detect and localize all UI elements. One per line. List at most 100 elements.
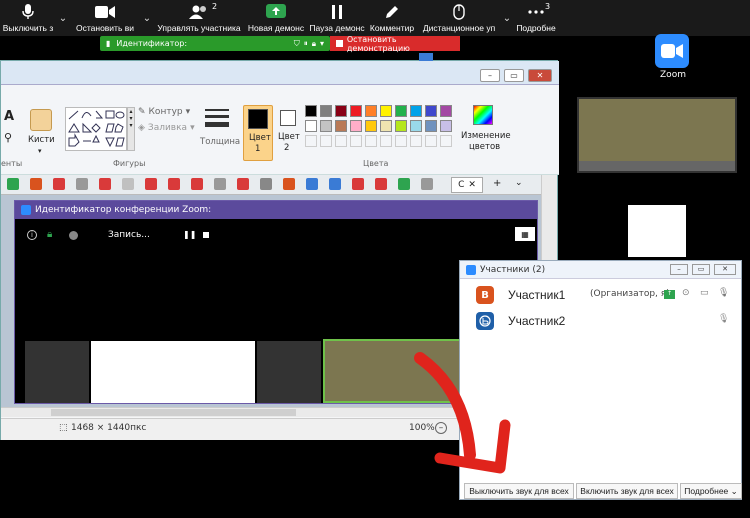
active-tab[interactable]: C ✕ <box>451 177 483 193</box>
unmute-all-button[interactable]: Включить звук для всех <box>576 483 678 499</box>
color-swatch[interactable] <box>410 105 422 117</box>
color-swatch[interactable] <box>365 120 377 132</box>
tab-close-icon[interactable]: ✕ <box>468 180 476 190</box>
color-swatch[interactable] <box>365 105 377 117</box>
shapes-scroll[interactable]: ▴ ▾ ▾ <box>127 107 135 151</box>
shapes-gallery[interactable] <box>65 107 127 151</box>
edit-colors-button[interactable]: Изменение цветов <box>461 105 511 161</box>
mute-options-caret[interactable]: ⌄ <box>56 0 70 36</box>
color-swatch[interactable] <box>350 105 362 117</box>
tab-favicon[interactable] <box>352 178 364 190</box>
tab-list-icon[interactable]: ⌄ <box>515 178 523 188</box>
video-thumbnail-tile[interactable] <box>577 97 737 173</box>
mute-button[interactable]: Выключить з <box>0 0 56 36</box>
annotate-button[interactable]: Комментир <box>366 0 418 36</box>
remote-control-caret[interactable]: ⌄ <box>500 0 514 36</box>
empty-color-swatch[interactable] <box>410 135 422 147</box>
color-swatch[interactable] <box>425 105 437 117</box>
empty-color-swatch[interactable] <box>425 135 437 147</box>
new-share-button[interactable]: Новая демонс <box>244 0 308 36</box>
brushes-button[interactable]: Кисти ▾ <box>26 107 58 157</box>
color-swatch[interactable] <box>395 105 407 117</box>
color-swatch[interactable] <box>305 105 317 117</box>
empty-color-swatch[interactable] <box>320 135 332 147</box>
tab-favicon[interactable] <box>30 178 42 190</box>
color1-button[interactable]: Цвет 1 <box>243 105 273 161</box>
tab-favicon[interactable] <box>306 178 318 190</box>
empty-color-swatch[interactable] <box>335 135 347 147</box>
color-swatch[interactable] <box>335 105 347 117</box>
tab-favicon[interactable] <box>191 178 203 190</box>
maximize-button[interactable]: ▭ <box>692 264 710 275</box>
color-swatch[interactable] <box>440 105 452 117</box>
stop-video-button[interactable]: Остановить ви <box>70 0 140 36</box>
manage-participants-button[interactable]: 2 Управлять участника <box>154 0 244 36</box>
empty-color-swatch[interactable] <box>395 135 407 147</box>
color2-button[interactable]: Цвет 2 <box>277 105 301 161</box>
empty-color-swatch[interactable] <box>380 135 392 147</box>
stop-share-button[interactable]: Остановить демонстрацию <box>330 35 460 53</box>
pause-share-button[interactable]: Пауза демонс <box>308 0 366 36</box>
microphone-icon[interactable]: 🎙︎ <box>718 314 729 324</box>
color-swatch[interactable] <box>440 120 452 132</box>
scroll-thumb[interactable] <box>51 409 296 416</box>
tab-favicon[interactable] <box>168 178 180 190</box>
color-swatch[interactable] <box>320 105 332 117</box>
empty-color-swatch[interactable] <box>350 135 362 147</box>
maximize-button[interactable]: ▭ <box>504 69 524 82</box>
tab-favicon[interactable] <box>7 178 19 190</box>
signal-icon: ▮ <box>106 39 111 48</box>
color-swatch[interactable] <box>395 120 407 132</box>
tab-favicon[interactable] <box>398 178 410 190</box>
empty-color-swatch[interactable] <box>305 135 317 147</box>
view-button[interactable]: ▦ <box>515 227 535 241</box>
participant-row[interactable]: В Участник1 (Организатор, я) ↑ ⊙ ▭ 🎙︎ <box>460 283 741 307</box>
thickness-button[interactable]: Толщина <box>197 105 240 157</box>
tab-favicon[interactable] <box>237 178 249 190</box>
color-swatch[interactable] <box>335 120 347 132</box>
zoom-desktop-icon[interactable] <box>655 34 689 68</box>
tab-favicon[interactable] <box>99 178 111 190</box>
camera-icon[interactable]: ▭ <box>700 288 709 298</box>
empty-color-swatch[interactable] <box>365 135 377 147</box>
color-swatch[interactable] <box>410 120 422 132</box>
stop-recording-button[interactable] <box>203 232 209 238</box>
close-button[interactable]: ✕ <box>528 69 552 82</box>
text-tool-icon[interactable]: A <box>4 109 14 124</box>
color-swatch[interactable] <box>350 120 362 132</box>
tab-favicon[interactable] <box>421 178 433 190</box>
minimize-button[interactable]: – <box>480 69 500 82</box>
microphone-icon[interactable]: 🎙︎ <box>718 288 729 298</box>
mute-all-button[interactable]: Выключить звук для всех <box>464 483 574 499</box>
color-swatch[interactable] <box>425 120 437 132</box>
tab-favicon[interactable] <box>53 178 65 190</box>
color-swatch[interactable] <box>320 120 332 132</box>
tab-favicon[interactable] <box>375 178 387 190</box>
color-swatch[interactable] <box>380 105 392 117</box>
more-button[interactable]: 3 Подробне <box>514 0 558 36</box>
remote-control-button[interactable]: Дистанционное уп <box>418 0 500 36</box>
security-lock-icon[interactable]: 🔒︎ <box>47 229 52 240</box>
tab-favicon[interactable] <box>145 178 157 190</box>
tab-favicon[interactable] <box>260 178 272 190</box>
fill-dropdown[interactable]: ◈ Заливка ▾ <box>138 123 195 133</box>
tab-favicon[interactable] <box>122 178 134 190</box>
close-button[interactable]: ✕ <box>714 264 736 275</box>
participant-row[interactable]: Участник2 🎙︎ <box>460 309 741 333</box>
meeting-id-bar[interactable]: ▮ Идентификатор: ⛉ ⏸ 🔒︎ ▾ <box>100 36 330 51</box>
color-swatch[interactable] <box>380 120 392 132</box>
tab-favicon[interactable] <box>76 178 88 190</box>
more-options-button[interactable]: Подробнее ⌄ <box>680 483 742 499</box>
magnifier-icon[interactable]: ⚲ <box>4 131 12 144</box>
tab-favicon[interactable] <box>214 178 226 190</box>
tab-favicon[interactable] <box>283 178 295 190</box>
pause-recording-button[interactable]: ❚❚ <box>183 230 196 239</box>
minimize-button[interactable]: – <box>670 264 688 275</box>
new-tab-button[interactable]: + <box>493 178 501 189</box>
empty-color-swatch[interactable] <box>440 135 452 147</box>
video-options-caret[interactable]: ⌄ <box>140 0 154 36</box>
tab-favicon[interactable] <box>329 178 341 190</box>
info-icon[interactable]: i <box>27 230 37 240</box>
color-swatch[interactable] <box>305 120 317 132</box>
outline-dropdown[interactable]: ✎ Контур ▾ <box>138 107 190 117</box>
